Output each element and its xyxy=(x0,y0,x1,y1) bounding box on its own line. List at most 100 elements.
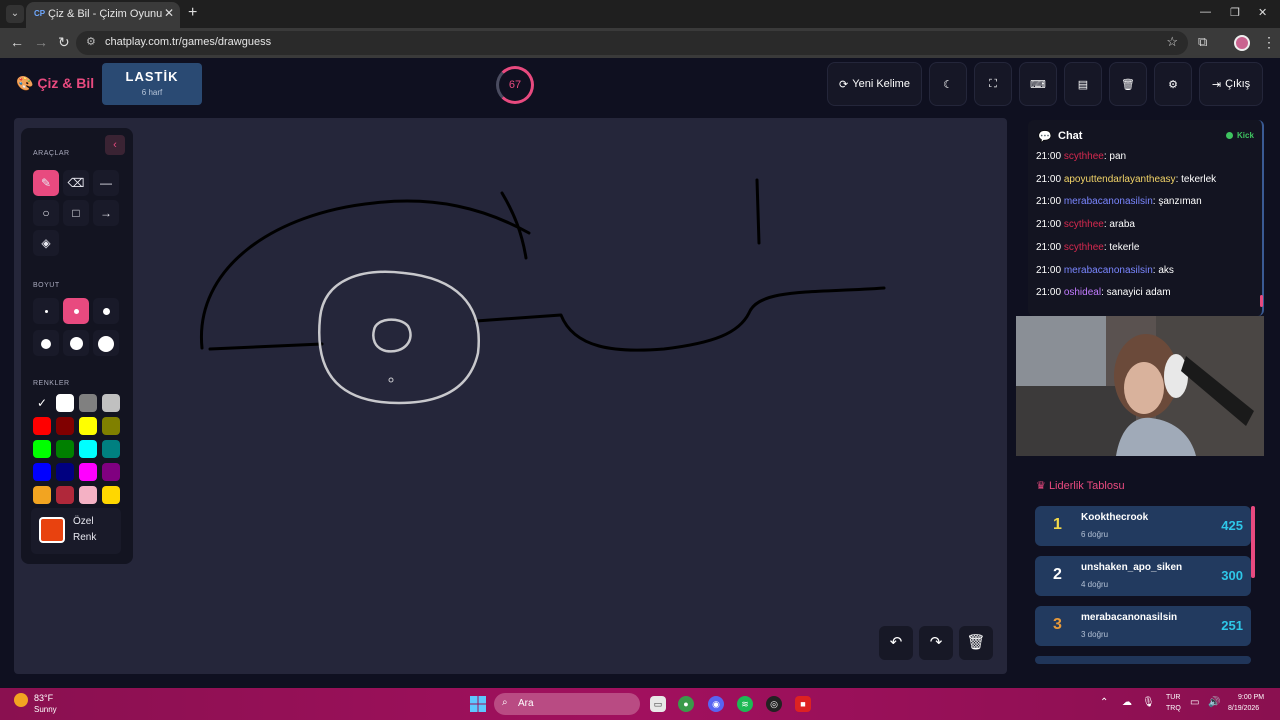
forward-icon[interactable]: → xyxy=(34,34,48,50)
chrome-icon[interactable]: ● xyxy=(678,696,694,712)
cloud-icon[interactable]: ☁ xyxy=(1122,697,1132,708)
color-swatch[interactable] xyxy=(56,440,74,458)
app-icon[interactable]: ■ xyxy=(795,696,811,712)
color-swatch[interactable] xyxy=(56,463,74,481)
leaderboard-row: 2 unshaken_apo_siken 4 doğru 300 xyxy=(1035,556,1251,596)
new-word-button[interactable]: ⟳ Yeni Kelime xyxy=(827,62,922,106)
file-explorer-icon[interactable]: ▭ xyxy=(650,696,666,712)
site-info-icon[interactable]: ⚙ xyxy=(86,35,96,48)
input-layout[interactable]: TRQ xyxy=(1166,705,1181,712)
color-swatch[interactable] xyxy=(102,394,120,412)
obs-icon[interactable]: ◎ xyxy=(766,696,782,712)
tray-overflow-icon[interactable]: ⌃ xyxy=(1100,697,1108,708)
message-user[interactable]: apoyuttendarlayantheasy xyxy=(1064,174,1176,185)
weather-condition[interactable]: Sunny xyxy=(34,705,57,714)
address-bar[interactable]: ⚙ chatplay.com.tr/games/drawguess ☆ xyxy=(76,31,1188,55)
keyboard-button[interactable]: ⌨ xyxy=(1019,62,1057,106)
custom-color-button[interactable]: Özel Renk xyxy=(31,508,121,554)
network-icon[interactable]: ▭ xyxy=(1190,697,1199,708)
eraser-tool[interactable]: ⌫ xyxy=(63,170,89,196)
message-user[interactable]: scythhee xyxy=(1064,219,1104,230)
size-xs[interactable] xyxy=(33,298,59,324)
color-swatch[interactable] xyxy=(33,486,51,504)
message-user[interactable]: merabacanonasilsin xyxy=(1064,196,1153,207)
message-user[interactable]: scythhee xyxy=(1064,242,1104,253)
fullscreen-button[interactable]: ⛶ xyxy=(974,62,1012,106)
reload-icon[interactable]: ↻ xyxy=(58,34,70,51)
undo-button[interactable]: ↶ xyxy=(879,626,913,660)
fill-tool[interactable]: ◈ xyxy=(33,230,59,256)
weather-temp[interactable]: 83°F xyxy=(34,693,53,703)
tab-search-button[interactable]: ⌄ xyxy=(6,5,24,23)
close-window-icon[interactable]: ✕ xyxy=(1258,6,1267,19)
volume-icon[interactable]: 🔊 xyxy=(1208,697,1220,708)
color-swatch[interactable] xyxy=(56,394,74,412)
rectangle-tool[interactable]: □ xyxy=(63,200,89,226)
back-icon[interactable]: ← xyxy=(10,34,24,50)
color-swatch[interactable] xyxy=(33,417,51,435)
color-swatch[interactable] xyxy=(102,463,120,481)
dark-mode-button[interactable]: ☾ xyxy=(929,62,967,106)
crown-icon: ♛ xyxy=(1036,480,1046,492)
clock-date[interactable]: 8/19/2026 xyxy=(1228,705,1259,712)
brush-tool[interactable]: ✎ xyxy=(33,170,59,196)
weather-sun-icon[interactable] xyxy=(14,693,28,707)
leaderboard-name: Kookthecrook xyxy=(1081,512,1149,523)
size-xl[interactable] xyxy=(63,330,89,356)
minimize-icon[interactable]: — xyxy=(1200,6,1211,18)
color-swatch[interactable] xyxy=(33,440,51,458)
line-tool[interactable]: — xyxy=(93,170,119,196)
color-swatch[interactable] xyxy=(79,417,97,435)
restore-icon[interactable]: ❐ xyxy=(1230,6,1240,19)
spotify-icon[interactable]: ≋ xyxy=(737,696,753,712)
taskbar-search[interactable]: ⌕ Ara xyxy=(494,693,640,715)
size-l[interactable] xyxy=(33,330,59,356)
clear-canvas-button[interactable]: 🗑 xyxy=(959,626,993,660)
color-swatch[interactable]: ✓ xyxy=(33,394,51,412)
color-swatch[interactable] xyxy=(102,486,120,504)
arrow-icon: → xyxy=(100,206,112,220)
size-xxl[interactable] xyxy=(93,330,119,356)
clock-time[interactable]: 9:00 PM xyxy=(1238,694,1264,701)
color-swatch[interactable] xyxy=(79,394,97,412)
color-swatch[interactable] xyxy=(33,463,51,481)
arrow-tool[interactable]: → xyxy=(93,200,119,226)
close-tab-icon[interactable]: ✕ xyxy=(164,6,174,20)
size-m[interactable] xyxy=(93,298,119,324)
message-user[interactable]: oshideal xyxy=(1064,287,1101,298)
chevron-left-icon: ‹ xyxy=(113,139,117,151)
browser-menu-icon[interactable]: ⋮ xyxy=(1262,34,1276,51)
clear-button[interactable]: 🗑 xyxy=(1109,62,1147,106)
color-swatch[interactable] xyxy=(79,486,97,504)
archive-button[interactable]: ▤ xyxy=(1064,62,1102,106)
input-language[interactable]: TUR xyxy=(1166,694,1180,701)
exit-button[interactable]: ⇥ Çıkış xyxy=(1199,62,1263,106)
message-user[interactable]: merabacanonasilsin xyxy=(1064,265,1153,276)
color-swatch[interactable] xyxy=(102,417,120,435)
leaderboard-scrollbar[interactable] xyxy=(1251,506,1255,578)
tab-favicon: CP xyxy=(34,9,46,18)
color-swatch[interactable] xyxy=(56,486,74,504)
color-swatch[interactable] xyxy=(102,440,120,458)
redo-button[interactable]: ↷ xyxy=(919,626,953,660)
circle-tool[interactable]: ○ xyxy=(33,200,59,226)
discord-icon[interactable]: ◉ xyxy=(708,696,724,712)
microphone-icon[interactable]: 🎙 xyxy=(1142,697,1155,708)
message-user[interactable]: scythhee xyxy=(1064,151,1104,162)
settings-button[interactable]: ⚙ xyxy=(1154,62,1192,106)
chat-scrollbar[interactable] xyxy=(1260,295,1263,307)
start-icon[interactable] xyxy=(470,696,486,712)
color-swatch[interactable] xyxy=(79,440,97,458)
collapse-panel-button[interactable]: ‹ xyxy=(105,135,125,155)
url-text[interactable]: chatplay.com.tr/games/drawguess xyxy=(105,36,271,48)
color-swatch[interactable] xyxy=(56,417,74,435)
profile-avatar[interactable] xyxy=(1234,35,1250,51)
extensions-icon[interactable]: ⧉ xyxy=(1198,34,1207,50)
drawing-canvas[interactable]: ARAÇLAR ‹ ✎ ⌫ — ○ □ → ◈ BOYUT RENKLER ✓ … xyxy=(14,118,1007,674)
custom-color-swatch[interactable] xyxy=(39,517,65,543)
browser-tab[interactable]: CP Çiz & Bil - Çizim Oyunu ✕ xyxy=(26,2,180,28)
bookmark-star-icon[interactable]: ☆ xyxy=(1166,34,1178,50)
size-s[interactable] xyxy=(63,298,89,324)
new-tab-icon[interactable]: + xyxy=(188,4,197,22)
color-swatch[interactable] xyxy=(79,463,97,481)
